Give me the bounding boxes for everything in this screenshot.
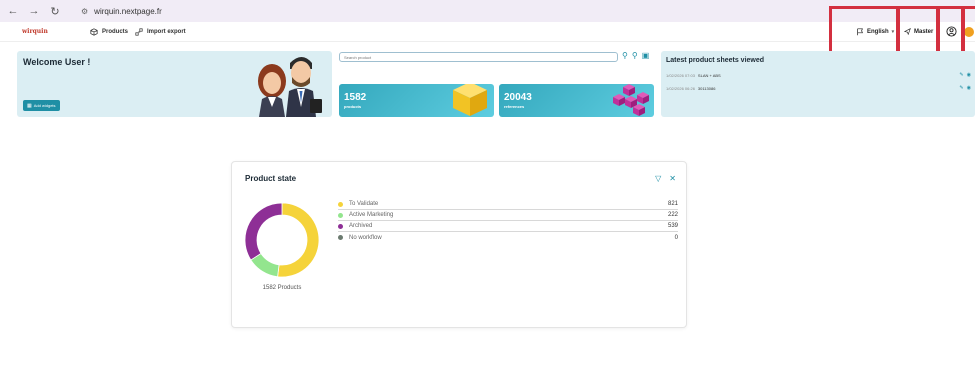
legend-dot bbox=[338, 212, 343, 218]
close-icon[interactable]: ✕ bbox=[669, 174, 676, 183]
add-widgets-button[interactable]: ▦ Add widgets bbox=[23, 100, 60, 111]
search-actions: ⚲ ⚲ ▣ bbox=[622, 51, 649, 60]
latest-row-name: 30113086 bbox=[697, 86, 716, 91]
legend-row-to-validate[interactable]: To Validate 821 bbox=[338, 199, 678, 210]
site-info-icon[interactable]: ⚙ bbox=[81, 7, 88, 16]
back-arrow-icon[interactable]: ← bbox=[5, 3, 21, 19]
legend-count: 539 bbox=[667, 223, 678, 229]
brand-logo[interactable]: wirquin bbox=[22, 28, 48, 35]
view-icon[interactable]: ◉ bbox=[967, 72, 971, 78]
gold-cube-illustration bbox=[453, 84, 487, 116]
product-state-actions: ▽ ✕ bbox=[655, 174, 676, 183]
reload-icon[interactable]: ↻ bbox=[47, 3, 63, 19]
legend-label: Archived bbox=[349, 223, 373, 229]
address-bar[interactable]: ⚙ wirquin.nextpage.fr bbox=[73, 4, 170, 18]
forward-arrow-icon[interactable]: → bbox=[26, 3, 42, 19]
edit-icon[interactable]: ✎ bbox=[959, 85, 963, 91]
donut-slice-archived[interactable] bbox=[244, 202, 283, 261]
scan-icon[interactable]: ▣ bbox=[642, 51, 650, 60]
advanced-search-icon[interactable]: ⚲ bbox=[632, 51, 638, 60]
latest-row-actions: ✎ ◉ bbox=[959, 85, 971, 91]
references-stat-card[interactable]: 20043 references bbox=[499, 84, 654, 117]
legend-dot bbox=[338, 223, 343, 229]
products-stat-card[interactable]: 1582 products bbox=[339, 84, 494, 117]
view-icon[interactable]: ◉ bbox=[967, 85, 971, 91]
search-icon[interactable]: ⚲ bbox=[622, 51, 628, 60]
legend-row-active-marketing[interactable]: Active Marketing 222 bbox=[338, 210, 678, 221]
legend-dot bbox=[338, 201, 343, 207]
cube-icon bbox=[90, 27, 98, 36]
magenta-cubes-illustration bbox=[613, 84, 649, 116]
product-state-legend: To Validate 821 Active Marketing 222 Arc… bbox=[338, 199, 678, 243]
product-state-donut-chart bbox=[244, 202, 320, 278]
latest-row-date: 1/02/2026 07:03 bbox=[666, 73, 695, 78]
nav-products[interactable]: Products bbox=[90, 27, 129, 36]
latest-products-title: Latest product sheets viewed bbox=[666, 57, 765, 64]
legend-label: No workflow bbox=[349, 234, 382, 241]
latest-products-card: Latest product sheets viewed 1/02/2026 0… bbox=[661, 51, 975, 117]
references-label: references bbox=[504, 104, 525, 109]
legend-row-no-workflow[interactable]: No workflow 0 bbox=[338, 232, 678, 243]
import-export-icon bbox=[135, 27, 143, 36]
legend-count: 0 bbox=[674, 234, 678, 241]
products-count: 1582 bbox=[344, 92, 367, 103]
welcome-title: Welcome User ! bbox=[23, 57, 91, 67]
product-state-card: Product state ▽ ✕ 1582 Products To Valid… bbox=[231, 161, 687, 328]
latest-row[interactable]: 1/02/2026 07:03 SLAN + ABS bbox=[666, 73, 721, 78]
latest-row-name: SLAN + ABS bbox=[697, 73, 721, 78]
legend-label: Active Marketing bbox=[349, 212, 394, 218]
legend-label: To Validate bbox=[349, 201, 379, 207]
legend-row-archived[interactable]: Archived 539 bbox=[338, 221, 678, 232]
url-text: wirquin.nextpage.fr bbox=[94, 6, 162, 16]
edit-icon[interactable]: ✎ bbox=[959, 72, 963, 78]
business-people-illustration bbox=[258, 57, 322, 117]
welcome-card: Welcome User ! ▦ Add widgets bbox=[17, 51, 332, 117]
filter-icon[interactable]: ▽ bbox=[655, 174, 661, 183]
latest-row[interactable]: 1/02/2026 06:26 30113086 bbox=[666, 86, 715, 91]
donut-slice-to-validate[interactable] bbox=[277, 202, 320, 278]
products-label: products bbox=[344, 104, 362, 109]
nav-products-label: Products bbox=[102, 28, 129, 35]
legend-count: 821 bbox=[667, 201, 678, 207]
legend-count: 222 bbox=[667, 212, 678, 218]
latest-row-actions: ✎ ◉ bbox=[959, 72, 971, 78]
nav-import-export-label: Import export bbox=[147, 28, 186, 35]
grid-icon: ▦ bbox=[27, 102, 32, 109]
legend-dot bbox=[338, 235, 343, 240]
add-widgets-label: Add widgets bbox=[33, 103, 56, 108]
nav-import-export[interactable]: Import export bbox=[135, 27, 186, 36]
search-input[interactable] bbox=[339, 52, 618, 62]
references-count: 20043 bbox=[504, 92, 532, 103]
product-state-total: 1582 Products bbox=[262, 285, 302, 291]
product-state-title: Product state bbox=[245, 174, 297, 183]
latest-row-date: 1/02/2026 06:26 bbox=[666, 86, 695, 91]
